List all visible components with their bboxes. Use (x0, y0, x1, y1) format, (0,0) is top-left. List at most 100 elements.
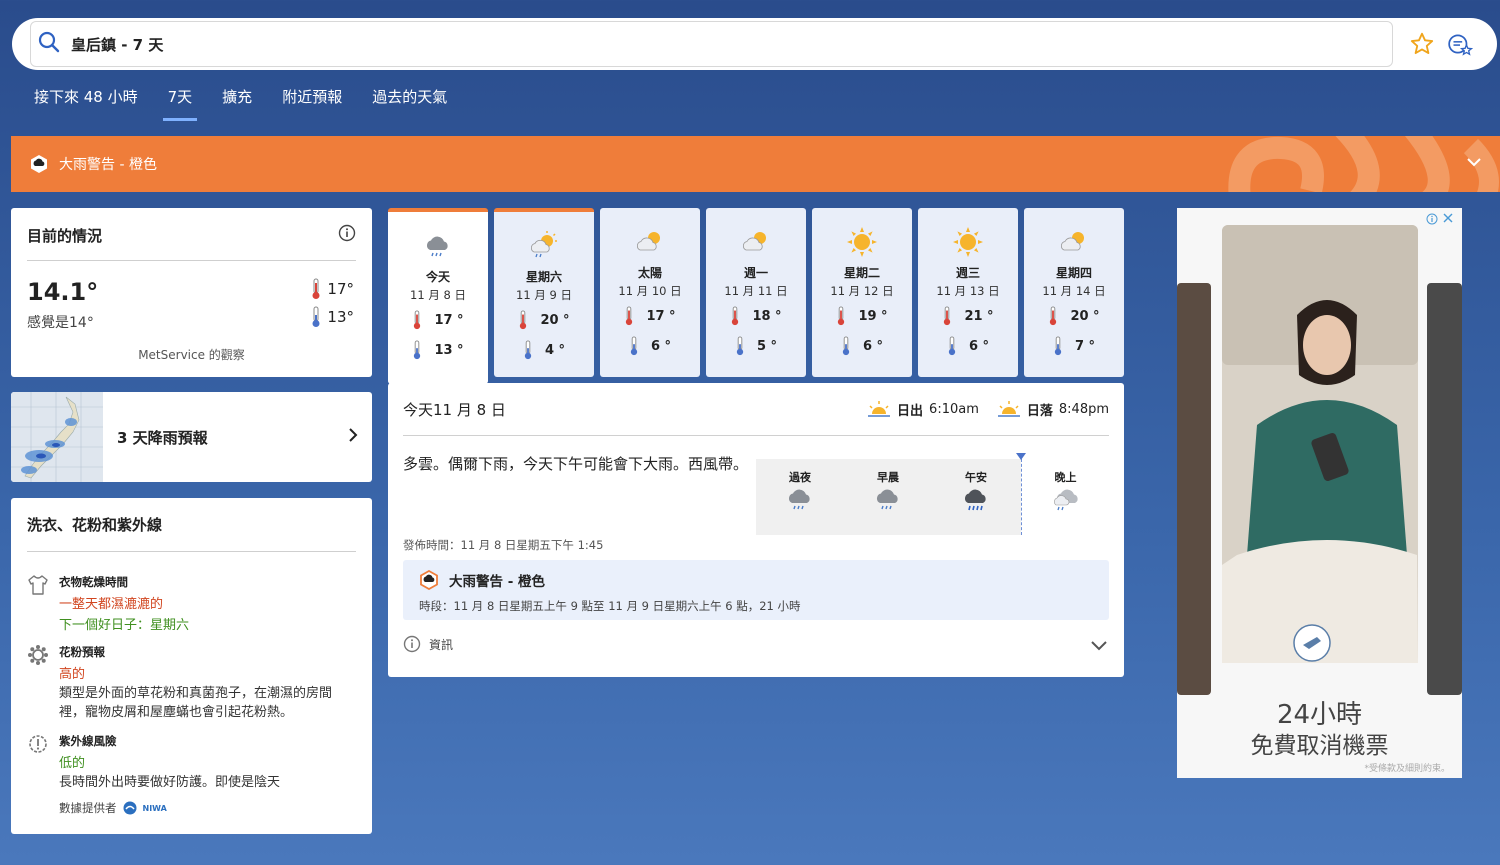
thermometer-cold-icon (1054, 336, 1062, 356)
day-low: 13 ° (388, 339, 488, 361)
uv-section: 紫外線風險 低的 長時間外出時要做好防護。即使是陰天 數據提供者 NIWA (27, 733, 349, 816)
forecast-tabs: 接下來 48 小時 7天 擴充 附近預報 過去的天氣 (20, 80, 463, 121)
day-low: 6 ° (600, 335, 700, 357)
today-detail-panel: 今天11 月 8 日 日出 6:10am 日落 8:48pm 多雲。偶爾下雨，今… (388, 383, 1124, 677)
day-card-today[interactable]: 今天 11 月 8 日 17 ° 13 ° (388, 208, 488, 384)
period-afternoon: 午安 (932, 459, 1020, 535)
thermometer-hot-icon (1050, 306, 1057, 326)
pollen-description: 類型是外面的草花粉和真菌孢子，在潮濕的房間裡，寵物皮屑和屋塵蟎也會引起花粉熱。 (59, 686, 333, 720)
day-low: 5 ° (706, 335, 806, 357)
day-card-sunday[interactable]: 太陽 11 月 10 日 17 ° 6 ° (600, 208, 700, 377)
search-field[interactable] (30, 21, 1393, 67)
info-icon (403, 635, 421, 653)
day-name: 週一 (743, 266, 768, 280)
period-strip: 過夜 早晨 午安 晚上 (756, 453, 1109, 535)
info-toggle[interactable]: 資訊 (403, 635, 453, 653)
day-date: 11 月 10 日 (618, 284, 682, 298)
tab-7-days[interactable]: 7天 (154, 80, 207, 121)
current-low: 13° (311, 306, 354, 328)
thermometer-hot-icon (626, 306, 633, 326)
day-name: 星期二 (843, 266, 880, 280)
day-low: 4 ° (494, 339, 594, 361)
detail-header: 今天11 月 8 日 日出 6:10am 日落 8:48pm (403, 383, 1109, 436)
thermometer-cold-icon (630, 336, 638, 356)
day-high: 20 ° (1024, 305, 1124, 327)
ad-subheadline: 免費取消機票 (1250, 733, 1389, 759)
divider (27, 260, 356, 261)
period-morning: 早晨 (844, 459, 932, 535)
thermometer-hot-icon (414, 310, 421, 330)
feels-like: 感覺是14° (27, 315, 94, 331)
day-date: 11 月 11 日 (724, 284, 788, 298)
advertisement[interactable]: 24小時 免費取消機票 *受條款及細則約束。 (1177, 208, 1462, 778)
search-input[interactable] (71, 35, 671, 53)
partly-cloudy-icon (600, 226, 700, 258)
warning-label: 大雨警告 - 橙色 (59, 157, 157, 173)
day-date: 11 月 12 日 (830, 284, 894, 298)
heavy-rain-icon (964, 489, 986, 511)
current-time-marker-icon (1016, 453, 1026, 460)
day-date: 11 月 9 日 (516, 288, 572, 302)
tab-nearby[interactable]: 附近預報 (268, 80, 356, 121)
rain-forecast-label: 3 天降雨預報 (117, 428, 208, 447)
sunset: 日落 8:48pm (997, 400, 1109, 419)
uv-description: 長時間外出時要做好防護。即使是陰天 (59, 775, 281, 790)
search-icon[interactable] (37, 30, 61, 58)
day-name: 今天 (425, 270, 450, 284)
rain-forecast-card[interactable]: 3 天降雨預報 (11, 392, 372, 482)
current-temperature: 14.1° (27, 278, 99, 306)
saved-locations-icon[interactable] (1441, 25, 1479, 63)
day-name: 星期六 (525, 270, 562, 284)
sunrise-icon (868, 401, 891, 417)
day-low: 6 ° (918, 335, 1018, 357)
period-overnight: 過夜 (756, 459, 844, 535)
day-high: 17 ° (600, 305, 700, 327)
day-date: 11 月 8 日 (410, 288, 466, 302)
data-provider: 數據提供者 NIWA (59, 801, 167, 815)
day-card-tuesday[interactable]: 星期二 11 月 12 日 19 ° 6 ° (812, 208, 912, 377)
sunset-icon (997, 401, 1020, 417)
partly-cloudy-icon (1024, 226, 1124, 258)
warning-icon (29, 154, 49, 174)
info-icon[interactable] (338, 224, 356, 246)
day-card-monday[interactable]: 週一 11 月 11 日 18 ° 5 ° (706, 208, 806, 377)
shirt-icon (28, 575, 48, 595)
day-high: 18 ° (706, 305, 806, 327)
day-low: 6 ° (812, 335, 912, 357)
showers-icon (1053, 489, 1078, 511)
day-card-wednesday[interactable]: 週三 11 月 13 日 21 ° 6 ° (918, 208, 1018, 377)
thermometer-cold-icon (948, 336, 956, 356)
day-card-saturday[interactable]: 星期六 11 月 9 日 20 ° 4 ° (494, 208, 594, 377)
tab-extended[interactable]: 擴充 (208, 80, 266, 121)
chevron-right-icon[interactable] (346, 427, 360, 447)
favorite-star-icon[interactable] (1403, 25, 1441, 63)
drying-next-good-day: 下一個好日子：星期六 (59, 618, 190, 633)
drying-section: 衣物乾燥時間 一整天都濕漉漉的 下一個好日子：星期六 (27, 574, 189, 633)
thermometer-cold-icon (414, 340, 421, 360)
warning-icon (420, 570, 438, 590)
thermometer-hot-icon (944, 306, 951, 326)
period-evening: 晚上 (1021, 459, 1109, 535)
warning-banner[interactable]: 大雨警告 - 橙色 (11, 136, 1500, 192)
day-high: 20 ° (494, 309, 594, 331)
day-high: 21 ° (918, 305, 1018, 327)
observation-source: MetService 的觀察 (138, 348, 245, 362)
tab-past-weather[interactable]: 過去的天氣 (358, 80, 461, 121)
day-card-thursday[interactable]: 星期四 11 月 14 日 20 ° 7 ° (1024, 208, 1124, 377)
drying-heading: 衣物乾燥時間 (59, 575, 128, 589)
laundry-pollen-uv-card: 洗衣、花粉和紫外線 衣物乾燥時間 一整天都濕漉漉的 下一個好日子：星期六 花粉預… (11, 498, 372, 834)
uv-heading: 紫外線風險 (59, 734, 117, 748)
sun-icon (812, 226, 912, 258)
uv-level: 低的 (59, 756, 86, 771)
laundry-title: 洗衣、花粉和紫外線 (27, 516, 163, 534)
rain-cloud-icon (876, 489, 898, 510)
chevron-down-icon[interactable] (1465, 153, 1483, 175)
warning-detail-box[interactable]: 大雨警告 - 橙色 時段：11 月 8 日星期五上午 9 點至 11 月 9 日… (403, 560, 1109, 620)
issued-time: 發佈時間：11 月 8 日星期五下午 1:45 (403, 538, 604, 552)
warning-detail-period: 時段：11 月 8 日星期五上午 9 點至 11 月 9 日星期六上午 6 點，… (419, 599, 801, 613)
rain-cloud-icon (788, 489, 810, 510)
thermometer-hot-icon (732, 306, 739, 326)
tab-next-48-hours[interactable]: 接下來 48 小時 (20, 80, 152, 121)
chevron-down-icon[interactable] (1090, 638, 1108, 657)
day-name: 太陽 (637, 266, 662, 280)
